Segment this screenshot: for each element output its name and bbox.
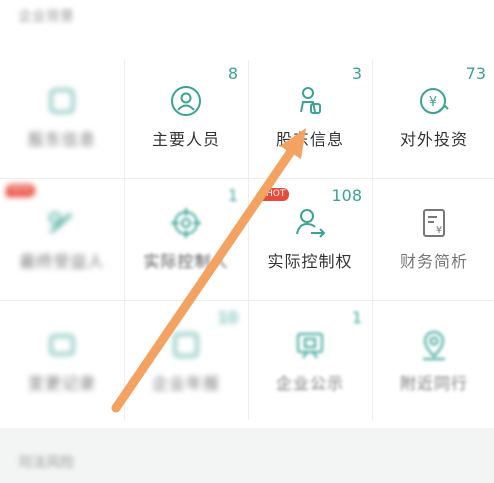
grid-item-label: 股东信息 [27, 130, 96, 149]
location-pin-icon [423, 330, 445, 360]
count-badge: 8 [227, 64, 238, 83]
count-badge: 10 [217, 308, 238, 327]
grid-item-label: 实际控制人 [143, 252, 229, 271]
grid-item-nearby-peers[interactable]: 附近同行 [372, 300, 494, 424]
shareholder-icon [50, 89, 74, 113]
svg-text:¥: ¥ [436, 225, 442, 236]
grid-item-label: 企业公示 [275, 374, 344, 393]
grid-item-label: 实际控制权 [267, 252, 353, 271]
svg-text:¥: ¥ [429, 95, 437, 110]
change-record-icon [50, 335, 74, 355]
publicity-board-icon [297, 333, 323, 359]
grid-item-shareholder-info-left[interactable]: 股东信息 [0, 56, 124, 180]
section-title: 企业背景 [18, 9, 74, 25]
grid-item-label: 财务简析 [399, 252, 468, 271]
count-badge: 1 [351, 308, 362, 327]
count-badge: 73 [465, 64, 486, 83]
count-badge: 3 [351, 64, 362, 83]
grid-item-key-personnel[interactable]: 8 主要人员 [124, 56, 248, 180]
investment-icon: ¥ [420, 88, 449, 114]
person-circle-icon [171, 86, 201, 116]
count-badge: 1 [227, 186, 238, 205]
grid-item-actual-control-right[interactable]: 108 实际控制权 [248, 178, 372, 302]
person-arrow-icon [296, 209, 326, 238]
grid-item-label: 对外投资 [399, 130, 468, 149]
grid-item-actual-controller[interactable]: 1 实际控制人 [124, 178, 248, 302]
grid-item-label: 附近同行 [399, 374, 468, 393]
annual-report-icon [174, 333, 198, 357]
grid-item-label: 股东信息 [275, 130, 344, 149]
grid-item-enterprise-publicity[interactable]: 1 企业公示 [248, 300, 372, 424]
grid-item-label: 主要人员 [151, 130, 220, 149]
financial-document-icon: ¥ [423, 209, 445, 237]
enterprise-background-card: 企业背景 股东信息 8 主要人员 3 股东信息 73 ¥ 对外投资 NEW 最终… [0, 0, 494, 428]
grid-item-shareholder-info[interactable]: 3 股东信息 [248, 56, 372, 180]
target-icon [171, 208, 201, 238]
beneficiary-icon [49, 212, 73, 234]
grid-item-financial-analysis[interactable]: ¥ 财务简析 [372, 178, 494, 302]
grid-item-external-investment[interactable]: 73 ¥ 对外投资 [372, 56, 494, 180]
count-badge: 108 [331, 186, 362, 205]
grid-item-label: 最终受益人 [19, 252, 105, 271]
shareholder-icon [300, 87, 321, 114]
grid-item-label: 变更记录 [27, 374, 96, 393]
grid-item-annual-report[interactable]: 10 企业年报 [124, 300, 248, 424]
grid-item-label: 企业年报 [151, 374, 220, 393]
grid-item-change-record[interactable]: 变更记录 [0, 300, 124, 424]
grid-item-ultimate-beneficiary[interactable]: 最终受益人 [0, 178, 124, 302]
judicial-risk-title: 司法风险 [18, 455, 74, 471]
